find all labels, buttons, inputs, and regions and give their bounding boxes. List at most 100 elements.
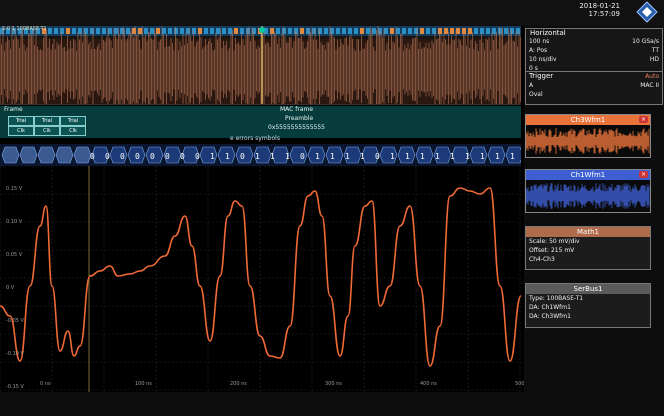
close-icon[interactable]: × — [639, 116, 648, 123]
trigger-row: A MAC II — [526, 81, 662, 90]
main-waveform-plot[interactable] — [0, 165, 522, 392]
overview-cursor-handle[interactable] — [259, 27, 265, 33]
overview-bus-segment — [48, 28, 52, 34]
bit-value: 1 — [495, 152, 500, 161]
overview-bus-segment — [144, 28, 148, 34]
overview-bus-segment — [72, 28, 76, 34]
y-tick-label: 0.15 V — [6, 186, 23, 192]
overview-bus-segment — [462, 28, 466, 34]
overview-bus-segment — [468, 28, 472, 34]
bit-value: 1 — [330, 152, 335, 161]
overview-bus-segment — [174, 28, 178, 34]
preamble-value: 0x5555555555555 — [268, 124, 325, 131]
serbus-line: DA: Ch1Wfm1 — [529, 304, 571, 311]
trial-cell[interactable]: Trial — [8, 116, 34, 126]
plot-grid — [0, 165, 521, 392]
serbus-line: DA: Ch3Wfm1 — [529, 313, 571, 320]
trigger-title: Trigger — [529, 72, 554, 80]
bit-value: 0 — [195, 152, 200, 161]
bit-value: 1 — [390, 152, 395, 161]
bit-value: 1 — [255, 152, 260, 161]
ch1-waveform-widget[interactable]: Ch1Wfm1 × — [525, 169, 651, 213]
bit-cell — [19, 146, 38, 164]
overview-bus-segment — [210, 28, 214, 34]
trigger-row: Oval — [526, 90, 662, 99]
overview-bus-segment — [282, 28, 286, 34]
bit-value: 0 — [90, 152, 95, 161]
overview-bus-segment — [342, 28, 346, 34]
ch3-widget-preview — [525, 125, 650, 157]
bit-cell — [1, 146, 20, 164]
trial-cell[interactable]: Trial — [60, 116, 86, 126]
serbus-box[interactable]: SerBus1 Type: 100BASE-T1 DA: Ch1Wfm1 DA:… — [525, 283, 651, 328]
bit-value: 1 — [225, 152, 230, 161]
overview-bus-segment — [150, 28, 154, 34]
bit-value: 1 — [360, 152, 365, 161]
overview-waveform[interactable]: S:0 1 100BASE-T1 — [0, 26, 521, 112]
bit-cell — [73, 146, 92, 164]
ch3-preview-svg — [525, 128, 650, 154]
bit-value: 0 — [105, 152, 110, 161]
x-tick-label: 100 ns — [135, 381, 152, 387]
overview-bus-segment — [348, 28, 352, 34]
y-tick-label: -0.10 V — [6, 351, 24, 357]
overview-bus-segment — [204, 28, 208, 34]
close-icon[interactable]: × — [639, 171, 648, 178]
overview-bus-segment — [456, 28, 460, 34]
ch1-widget-title: Ch1Wfm1 — [570, 171, 606, 179]
serbus-line: Type: 100BASE-T1 — [529, 295, 584, 302]
overview-bus-segment — [438, 28, 442, 34]
bit-value: 1 — [435, 152, 440, 161]
bits-row: 0 0 0 0 0 0 0 0 1 1 0 1 1 1 0 1 1 1 1 0 1 1 1 1 1 1 1 1 1 — [0, 144, 524, 166]
overview-bus-segment — [162, 28, 166, 34]
overview-bus-segment — [372, 28, 376, 34]
overview-bus-segment — [234, 28, 238, 34]
bit-value: 1 — [480, 152, 485, 161]
ch1-widget-preview — [525, 180, 650, 212]
y-tick-label: -0.15 V — [6, 384, 24, 390]
bit-value: 1 — [405, 152, 410, 161]
bit-value: 0 — [375, 152, 380, 161]
trigger-mode[interactable]: Auto — [645, 72, 659, 81]
math-line: Scale: 50 mV/div — [529, 238, 580, 245]
math-line: Offset: 215 mV — [529, 247, 575, 254]
bit-value: 1 — [465, 152, 470, 161]
trigger-level: Oval — [529, 91, 543, 98]
overview-bus-segment — [474, 28, 478, 34]
mac-frame-label: MAC frame — [280, 106, 314, 113]
clk-cell[interactable]: Clk — [34, 126, 60, 136]
overview-bus-segment — [384, 28, 388, 34]
overview-bus-segment — [168, 28, 172, 34]
clk-cell[interactable]: Clk — [8, 126, 34, 136]
overview-bus-segment — [66, 28, 70, 34]
bits-row-svg — [1, 146, 524, 164]
horizontal-value: HD — [649, 56, 659, 63]
overview-bus-segment — [480, 28, 484, 34]
overview-bus-segment — [216, 28, 220, 34]
bit-value: 1 — [270, 152, 275, 161]
overview-bus-segment — [402, 28, 406, 34]
preamble-label: Preamble — [285, 115, 314, 122]
trial-cell[interactable]: Trial — [34, 116, 60, 126]
trigger-box[interactable]: Trigger Auto A MAC II Oval — [525, 71, 663, 105]
trigger-title-row: Trigger Auto — [526, 72, 662, 81]
y-tick-label: 0.10 V — [6, 219, 23, 225]
ch3-waveform-widget[interactable]: Ch3Wfm1 × — [525, 114, 651, 158]
overview-waveform-svg — [0, 26, 521, 112]
ch3-preview-noise — [525, 128, 650, 154]
overview-bus-segment — [198, 28, 202, 34]
clk-cell[interactable]: Clk — [60, 126, 86, 136]
horizontal-value: A: Pos — [529, 47, 548, 54]
overview-bus-segment — [396, 28, 400, 34]
ch1-preview-noise — [525, 183, 650, 209]
bit-cell — [37, 146, 56, 164]
horizontal-row: 100 ns 10 GSa/s — [526, 37, 662, 46]
time-text: 17:57:09 — [588, 10, 620, 18]
math-box[interactable]: Math1 Scale: 50 mV/div Offset: 215 mV Ch… — [525, 226, 651, 270]
x-tick-label: 300 ns — [325, 381, 342, 387]
overview-bus-segment — [318, 28, 322, 34]
overview-bus-segment — [138, 28, 142, 34]
bit-value: 1 — [420, 152, 425, 161]
bit-value: 1 — [285, 152, 290, 161]
overview-bus-segment — [180, 28, 184, 34]
